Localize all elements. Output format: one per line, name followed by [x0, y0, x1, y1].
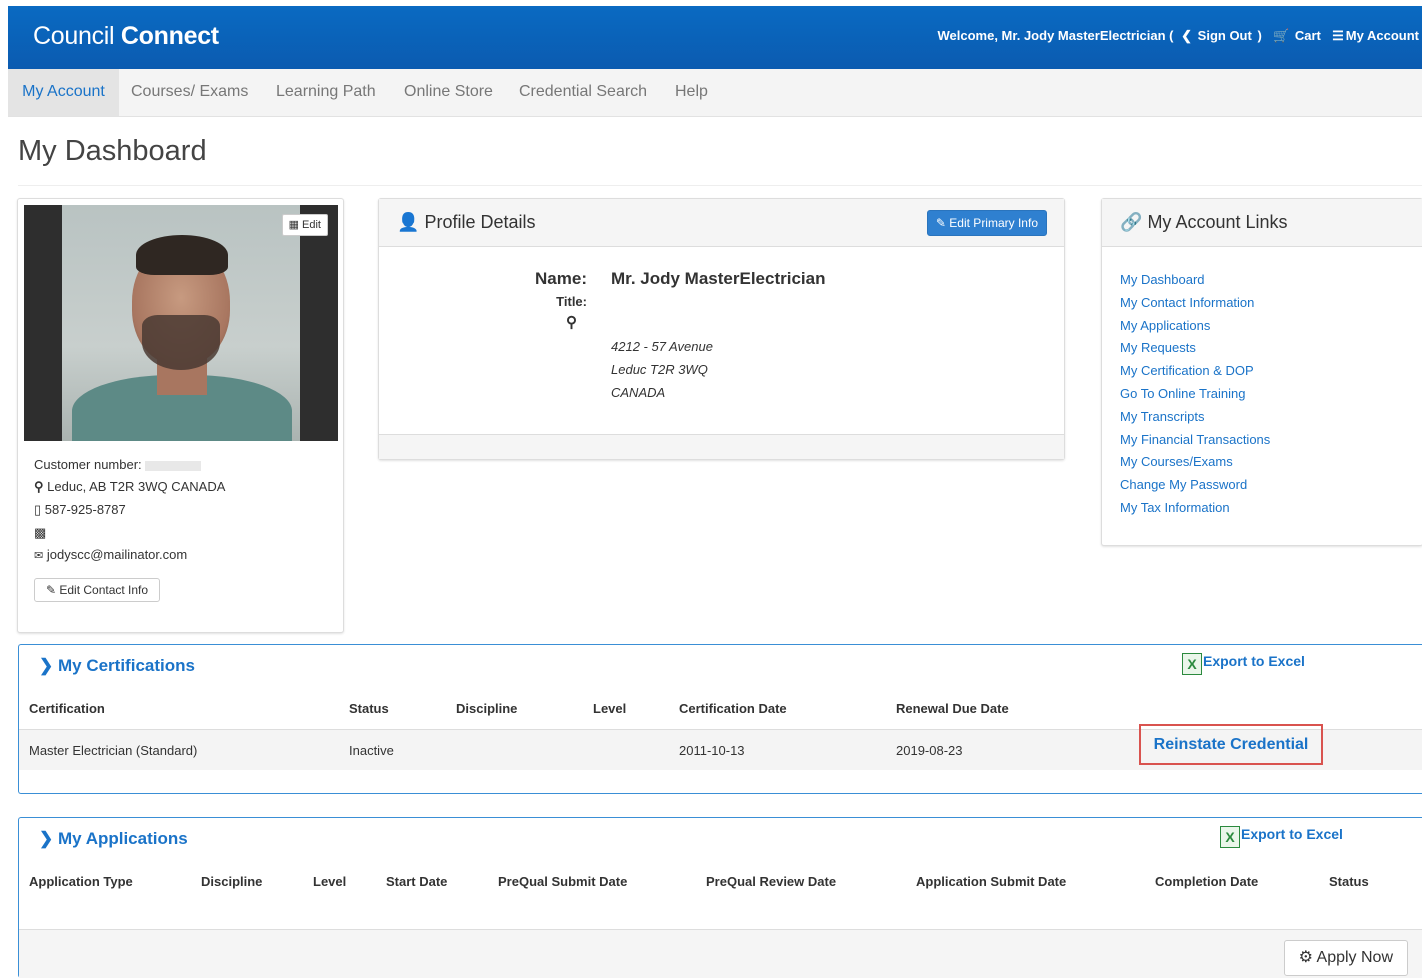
col-status: Status [349, 701, 389, 716]
col-discipline: Discipline [456, 701, 518, 716]
col-application-submit-date: Application Submit Date [916, 874, 1067, 889]
cell-status: Inactive [349, 743, 394, 758]
col-application-type: Application Type [29, 874, 133, 889]
map-marker-icon: ⚲ [566, 314, 577, 331]
link-my-courses-exams[interactable]: My Courses/Exams [1120, 451, 1270, 474]
map-marker-icon: ⚲ [34, 479, 44, 494]
phone-line: ▯ 587-925-8787 [34, 502, 126, 517]
welcome-text: Welcome, Mr. Jody MasterElectrician ( [937, 28, 1174, 43]
applications-section: ❯ My Applications X Export to Excel Appli… [18, 817, 1422, 978]
col-completion-date: Completion Date [1155, 874, 1259, 889]
card-footer [379, 434, 1064, 459]
fax-line: ▩ [34, 525, 46, 541]
address-line-1: 4212 - 57 Avenue [611, 339, 713, 354]
user-icon: 👤 [397, 212, 420, 232]
chevron-left-icon: ❮ [1181, 28, 1193, 43]
council-connect-logo[interactable]: Council Connect [33, 22, 219, 51]
excel-icon: X [1220, 826, 1240, 848]
my-account-link[interactable]: ☰ My Account [1327, 28, 1419, 43]
envelope-icon: ✉ [34, 550, 44, 562]
nav-my-account[interactable]: My Account [8, 69, 119, 116]
phone-icon: ▯ [34, 502, 42, 517]
link-my-requests[interactable]: My Requests [1120, 337, 1270, 360]
cell-renewal-date: 2019-08-23 [896, 743, 963, 758]
link-my-certification-dop[interactable]: My Certification & DOP [1120, 360, 1270, 383]
export-excel-applications[interactable]: X Export to Excel [1220, 826, 1343, 848]
redacted-value [145, 460, 202, 471]
link-change-my-password[interactable]: Change My Password [1120, 474, 1270, 497]
link-icon: 🔗 [1120, 212, 1143, 232]
edit-contact-info-button[interactable]: ✎ Edit Contact Info [34, 578, 160, 602]
link-my-transcripts[interactable]: My Transcripts [1120, 406, 1270, 429]
photo-edit-button[interactable]: ▦ Edit [281, 214, 328, 236]
profile-photo: ▦ Edit [24, 205, 338, 441]
cell-certification-date: 2011-10-13 [679, 743, 745, 758]
edit-primary-info-button[interactable]: ✎ Edit Primary Info [926, 210, 1047, 236]
excel-icon: X [1182, 653, 1202, 675]
menu-icon: ☰ [1332, 28, 1344, 43]
name-label: Name: [535, 269, 587, 288]
cart-link[interactable]: 🛒 Cart [1267, 28, 1321, 43]
link-my-applications[interactable]: My Applications [1120, 315, 1270, 338]
user-menu: Welcome, Mr. Jody MasterElectrician ( ❮ … [937, 28, 1420, 43]
email-line: ✉ jodyscc@mailinator.com [34, 547, 188, 562]
certifications-section: ❯ My Certifications X Export to Excel Cer… [18, 644, 1422, 794]
top-header: Council Connect Welcome, Mr. Jody Master… [8, 6, 1422, 69]
col-status: Status [1329, 874, 1369, 889]
export-excel-certifications[interactable]: X Export to Excel [1182, 653, 1305, 675]
chevron-down-icon: ❯ [39, 829, 54, 848]
gear-icon: ⚙ [1298, 949, 1313, 966]
certifications-toggle[interactable]: ❯ My Certifications [39, 656, 195, 676]
image-icon: ▦ [288, 219, 299, 231]
customer-number: Customer number: [34, 457, 202, 472]
applications-toggle[interactable]: ❯ My Applications [39, 829, 188, 849]
main-nav: My Account Courses/ Exams Learning Path … [8, 69, 1422, 117]
address-line-3: CANADA [611, 385, 666, 400]
account-links-card: 🔗 My Account Links My Dashboard My Conta… [1101, 198, 1422, 546]
pencil-icon: ✎ [935, 216, 946, 230]
col-certification: Certification [29, 701, 105, 716]
reinstate-credential-link[interactable]: Reinstate Credential [1139, 724, 1323, 765]
link-my-tax-information[interactable]: My Tax Information [1120, 497, 1270, 520]
profile-name: Mr. Jody MasterElectrician [611, 269, 826, 288]
nav-learning-path[interactable]: Learning Path [276, 69, 376, 116]
pencil-icon: ✎ [45, 583, 56, 597]
nav-courses-exams[interactable]: Courses/ Exams [131, 69, 248, 116]
link-my-contact-information[interactable]: My Contact Information [1120, 292, 1270, 315]
col-start-date: Start Date [386, 874, 448, 889]
nav-online-store[interactable]: Online Store [404, 69, 493, 116]
address-line-2: Leduc T2R 3WQ [611, 362, 708, 377]
col-prequal-submit-date: PreQual Submit Date [498, 874, 628, 889]
col-prequal-review-date: PreQual Review Date [706, 874, 837, 889]
applications-footer: ⚙ Apply Now [19, 929, 1422, 978]
nav-help[interactable]: Help [675, 69, 708, 116]
page-title: My Dashboard [18, 135, 207, 167]
profile-details-title: 👤 Profile Details [397, 212, 536, 232]
col-level: Level [313, 874, 347, 889]
fax-icon: ▩ [34, 525, 47, 540]
cart-icon: 🛒 [1273, 28, 1290, 43]
account-links-title: 🔗 My Account Links [1120, 212, 1288, 232]
link-my-financial-transactions[interactable]: My Financial Transactions [1120, 429, 1270, 452]
chevron-down-icon: ❯ [39, 656, 54, 675]
title-label: Title: [556, 294, 587, 309]
link-my-dashboard[interactable]: My Dashboard [1120, 269, 1270, 292]
profile-details-card: 👤 Profile Details ✎ Edit Primary Info Na… [378, 198, 1065, 460]
account-links-list: My Dashboard My Contact Information My A… [1120, 269, 1270, 520]
location-line: ⚲ Leduc, AB T2R 3WQ CANADA [34, 479, 226, 494]
sign-out-link[interactable]: ❮ Sign Out [1179, 28, 1252, 43]
divider [18, 185, 1422, 186]
col-level: Level [593, 701, 627, 716]
nav-credential-search[interactable]: Credential Search [519, 69, 647, 116]
cell-certification: Master Electrician (Standard) [29, 743, 198, 758]
contact-card: ▦ Edit Customer number: ⚲ Leduc, AB T2R … [17, 198, 344, 633]
apply-now-button[interactable]: ⚙ Apply Now [1283, 940, 1408, 976]
link-go-to-online-training[interactable]: Go To Online Training [1120, 383, 1270, 406]
col-renewal-due-date: Renewal Due Date [896, 701, 1009, 716]
col-certification-date: Certification Date [679, 701, 787, 716]
col-discipline: Discipline [201, 874, 263, 889]
